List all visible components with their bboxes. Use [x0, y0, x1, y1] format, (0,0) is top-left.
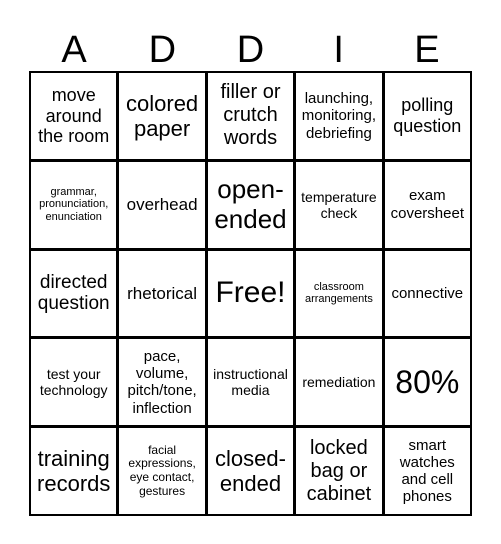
bingo-cell[interactable]: remediation	[296, 339, 382, 426]
bingo-cell[interactable]: training records	[31, 428, 117, 514]
header-letter: I	[333, 29, 344, 71]
bingo-cell[interactable]: smart watches and cell phones	[384, 428, 470, 514]
bingo-cell[interactable]: instructional media	[207, 339, 294, 426]
header-letter: A	[61, 29, 87, 71]
bingo-cell[interactable]: locked bag or cabinet	[296, 428, 382, 514]
bingo-cell[interactable]: polling question	[384, 73, 470, 159]
bingo-cell[interactable]: temperature check	[296, 161, 382, 248]
bingo-cell[interactable]: 80%	[384, 339, 470, 426]
bingo-grid: move around the room colored paper filler …	[29, 71, 472, 516]
bingo-cell[interactable]: grammar, pronunciation, enunciation	[31, 161, 117, 248]
bingo-cell[interactable]: exam coversheet	[384, 161, 470, 248]
bingo-cell[interactable]: launching, monitoring, debriefing	[296, 73, 382, 159]
bingo-cell[interactable]: open-ended	[207, 161, 294, 248]
bingo-cell[interactable]: overhead	[119, 161, 205, 248]
free-space-cell[interactable]: Free!	[207, 250, 294, 337]
bingo-cell[interactable]: connective	[384, 250, 470, 337]
bingo-cell[interactable]: classroom arrangements	[296, 250, 382, 337]
header-letter: E	[414, 29, 440, 71]
bingo-cell[interactable]: move around the room	[31, 73, 117, 159]
bingo-cell[interactable]: colored paper	[119, 73, 205, 159]
bingo-cell[interactable]: test your technology	[31, 339, 117, 426]
bingo-cell[interactable]: filler or crutch words	[207, 73, 294, 159]
bingo-cell[interactable]: facial expressions, eye contact, gesture…	[119, 428, 205, 514]
header-letter: D	[236, 29, 265, 71]
bingo-cell[interactable]: closed-ended	[207, 428, 294, 514]
bingo-cell[interactable]: pace, volume, pitch/tone, inflection	[119, 339, 205, 426]
bingo-cell[interactable]: directed question	[31, 250, 117, 337]
bingo-header: ADDIE	[30, 28, 471, 72]
bingo-cell[interactable]: rhetorical	[119, 250, 205, 337]
header-letter: D	[148, 29, 177, 71]
